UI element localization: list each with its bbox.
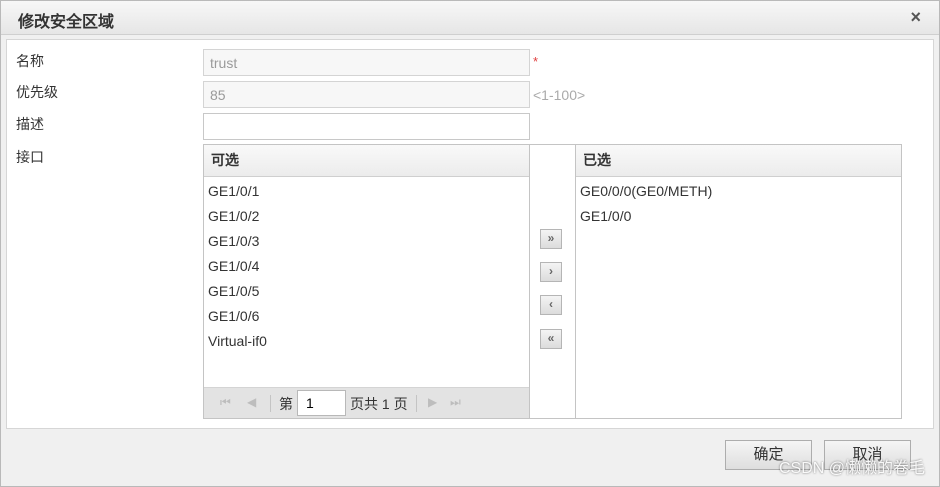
list-item[interactable]: GE1/0/4 — [204, 254, 529, 279]
last-page-icon[interactable]: ⏭ — [450, 395, 461, 410]
page-total-text: 页共 1 页 — [350, 396, 408, 412]
pager-divider — [270, 395, 271, 412]
remove-all-button[interactable]: « — [540, 329, 562, 349]
interface-label: 接口 — [16, 149, 44, 165]
required-mark: * — [533, 54, 539, 69]
selected-header: 已选 — [576, 145, 901, 177]
page-number-input[interactable] — [297, 390, 346, 416]
dialog-footer: 确定 取消 — [1, 431, 939, 486]
priority-label: 优先级 — [16, 84, 58, 100]
description-label: 描述 — [16, 116, 44, 132]
list-item[interactable]: GE0/0/0(GE0/METH) — [576, 179, 901, 204]
list-item[interactable]: GE1/0/6 — [204, 304, 529, 329]
page-prefix: 第 — [279, 396, 293, 412]
pagination-bar: ⏮ ◀ 第 页共 1 页 ▶ ⏭ — [204, 387, 529, 418]
selected-interfaces-panel: 已选 GE0/0/0(GE0/METH) GE1/0/0 — [575, 144, 902, 419]
remove-button[interactable]: ‹ — [540, 295, 562, 315]
name-label: 名称 — [16, 53, 44, 69]
name-field[interactable] — [203, 49, 530, 76]
prev-page-icon[interactable]: ◀ — [247, 395, 256, 409]
add-all-button[interactable]: » — [540, 229, 562, 249]
edit-security-zone-dialog: 修改安全区域 × 名称 * 优先级 <1-100> 描述 接口 可选 GE1/0… — [0, 0, 940, 487]
close-icon[interactable]: × — [910, 7, 921, 27]
next-page-icon[interactable]: ▶ — [428, 395, 437, 409]
ok-button[interactable]: 确定 — [725, 440, 812, 470]
list-item[interactable]: GE1/0/0 — [576, 204, 901, 229]
list-item[interactable]: GE1/0/2 — [204, 204, 529, 229]
priority-field[interactable] — [203, 81, 530, 108]
list-item[interactable]: GE1/0/1 — [204, 179, 529, 204]
cancel-button[interactable]: 取消 — [824, 440, 911, 470]
dialog-titlebar: 修改安全区域 × — [1, 1, 939, 35]
dialog-title: 修改安全区域 — [18, 14, 115, 31]
available-header: 可选 — [204, 145, 529, 177]
list-item[interactable]: Virtual-if0 — [204, 329, 529, 354]
first-page-icon[interactable]: ⏮ — [220, 395, 231, 410]
pager-divider — [416, 395, 417, 412]
dialog-body: 名称 * 优先级 <1-100> 描述 接口 可选 GE1/0/1 GE1/0/… — [6, 39, 934, 429]
available-list: GE1/0/1 GE1/0/2 GE1/0/3 GE1/0/4 GE1/0/5 … — [204, 177, 529, 354]
add-button[interactable]: › — [540, 262, 562, 282]
available-interfaces-panel: 可选 GE1/0/1 GE1/0/2 GE1/0/3 GE1/0/4 GE1/0… — [203, 144, 530, 419]
priority-range-hint: <1-100> — [533, 87, 586, 103]
description-field[interactable] — [203, 113, 530, 140]
list-item[interactable]: GE1/0/3 — [204, 229, 529, 254]
selected-list: GE0/0/0(GE0/METH) GE1/0/0 — [576, 177, 901, 229]
list-item[interactable]: GE1/0/5 — [204, 279, 529, 304]
